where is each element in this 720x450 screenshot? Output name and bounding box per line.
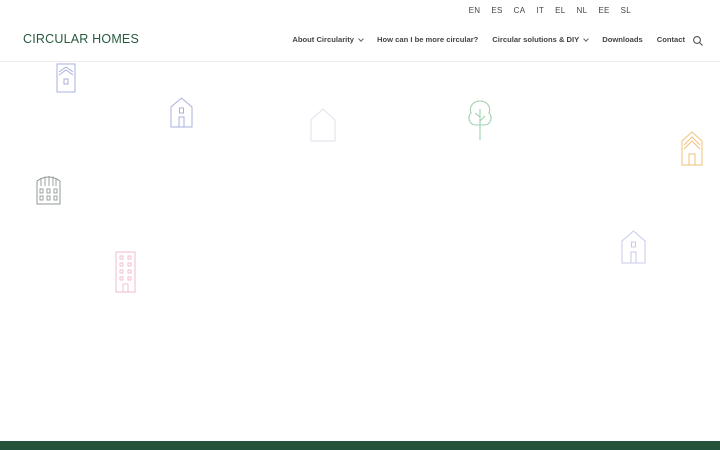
nav-label: Circular solutions & DIY xyxy=(492,35,580,44)
site-logo[interactable]: CIRCULAR HOMES xyxy=(23,32,139,46)
search-icon[interactable] xyxy=(692,35,704,47)
nav-circular-solutions[interactable]: Circular solutions & DIY xyxy=(492,35,590,44)
nav-label: Downloads xyxy=(602,35,643,44)
tree-icon xyxy=(468,100,492,140)
nav-label: About Circularity xyxy=(292,35,355,44)
outline-house-icon xyxy=(310,108,336,142)
nav-contact[interactable]: Contact xyxy=(657,35,685,44)
language-bar: EN ES CA IT EL NL EE SL xyxy=(0,0,720,22)
apartment-building-icon xyxy=(36,176,61,205)
lang-sl[interactable]: SL xyxy=(621,6,631,15)
nav-about-circularity[interactable]: About Circularity xyxy=(292,35,364,44)
nav-how-circular[interactable]: How can I be more circular? xyxy=(377,35,478,44)
lang-it[interactable]: IT xyxy=(536,6,544,15)
nav-label: How can I be more circular? xyxy=(377,35,479,44)
site-header: CIRCULAR HOMES About Circularity How can… xyxy=(0,22,720,62)
small-house-right-icon xyxy=(621,230,646,264)
tower-building-icon xyxy=(115,251,136,293)
small-house-icon xyxy=(170,97,193,128)
lang-es[interactable]: ES xyxy=(491,6,502,15)
lang-nl[interactable]: NL xyxy=(577,6,588,15)
main-nav: About Circularity How can I be more circ… xyxy=(278,35,685,44)
chevron-down-icon xyxy=(358,35,364,42)
lang-el[interactable]: EL xyxy=(555,6,565,15)
nav-downloads[interactable]: Downloads xyxy=(602,35,643,44)
language-list: EN ES CA IT EL NL EE SL xyxy=(458,6,631,15)
chevron-down-icon xyxy=(583,35,590,42)
lang-en[interactable]: EN xyxy=(469,6,481,15)
lang-ca[interactable]: CA xyxy=(514,6,526,15)
nav-label: Contact xyxy=(656,35,685,44)
stepped-house-icon xyxy=(681,131,703,166)
tall-house-icon xyxy=(56,63,76,93)
lang-ee[interactable]: EE xyxy=(598,6,609,15)
footer-bar xyxy=(0,441,720,450)
